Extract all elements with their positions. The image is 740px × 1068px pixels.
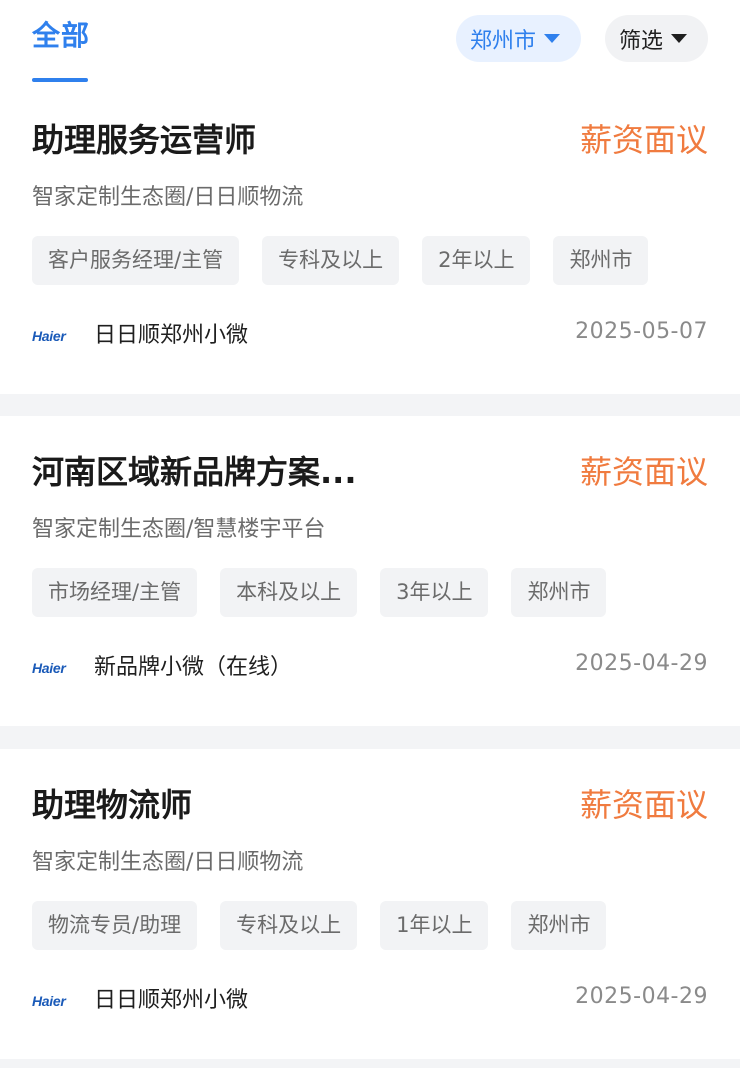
tag-education: 本科及以上 — [220, 568, 358, 617]
salary-label: 薪资面议 — [579, 453, 708, 491]
filter-bar: 全部 郑州市 筛选 — [0, 0, 740, 84]
company-row: Haier 日日顺郑州小微 — [32, 985, 248, 1017]
haier-logo: Haier — [32, 328, 66, 344]
tag-position-type: 物流专员/助理 — [32, 901, 198, 950]
company-row: Haier 日日顺郑州小微 — [32, 320, 248, 352]
caret-down-icon — [544, 34, 561, 43]
department-path: 智家定制生态圈/日日顺物流 — [32, 185, 304, 210]
job-card[interactable]: 助理物流师 薪资面议 智家定制生态圈/日日顺物流 物流专员/助理 专科及以上 1… — [0, 749, 740, 1059]
tag-experience: 1年以上 — [380, 901, 489, 950]
tab-active-indicator — [32, 78, 88, 82]
tag-location: 郑州市 — [511, 901, 607, 950]
job-tags: 市场经理/主管 本科及以上 3年以上 郑州市 — [32, 568, 607, 617]
job-tags: 物流专员/助理 专科及以上 1年以上 郑州市 — [32, 901, 607, 950]
tag-education: 专科及以上 — [262, 236, 400, 285]
company-name: 日日顺郑州小微 — [94, 323, 249, 348]
tag-experience: 2年以上 — [422, 236, 531, 285]
filter-dropdown[interactable]: 筛选 — [605, 15, 708, 62]
tag-experience: 3年以上 — [380, 568, 489, 617]
department-path: 智家定制生态圈/智慧楼宇平台 — [32, 517, 326, 542]
company-row: Haier 新品牌小微（在线） — [32, 652, 292, 684]
job-title: 助理服务运营师 — [32, 121, 257, 159]
department-path: 智家定制生态圈/日日顺物流 — [32, 850, 304, 875]
salary-label: 薪资面议 — [579, 786, 708, 824]
tag-location: 郑州市 — [553, 236, 649, 285]
job-card[interactable]: 助理服务运营师 薪资面议 智家定制生态圈/日日顺物流 客户服务经理/主管 专科及… — [0, 84, 740, 394]
post-date: 2025-04-29 — [575, 984, 708, 1009]
filter-dropdown-label: 筛选 — [619, 28, 664, 54]
tag-position-type: 市场经理/主管 — [32, 568, 198, 617]
city-dropdown[interactable]: 郑州市 — [456, 15, 581, 62]
post-date: 2025-04-29 — [575, 651, 708, 676]
tag-education: 专科及以上 — [220, 901, 358, 950]
haier-logo: Haier — [32, 993, 66, 1009]
job-title: 河南区域新品牌方案... — [32, 453, 357, 491]
haier-logo: Haier — [32, 660, 66, 676]
salary-label: 薪资面议 — [579, 121, 708, 159]
post-date: 2025-05-07 — [575, 319, 708, 344]
job-card[interactable]: 河南区域新品牌方案... 薪资面议 智家定制生态圈/智慧楼宇平台 市场经理/主管… — [0, 416, 740, 726]
job-title: 助理物流师 — [32, 786, 193, 824]
tab-all[interactable]: 全部 — [32, 16, 90, 56]
tag-position-type: 客户服务经理/主管 — [32, 236, 240, 285]
job-tags: 客户服务经理/主管 专科及以上 2年以上 郑州市 — [32, 236, 649, 285]
company-name: 日日顺郑州小微 — [94, 988, 249, 1013]
company-name: 新品牌小微（在线） — [94, 655, 293, 680]
tag-location: 郑州市 — [511, 568, 607, 617]
caret-down-icon — [671, 34, 688, 43]
city-dropdown-label: 郑州市 — [470, 28, 537, 54]
